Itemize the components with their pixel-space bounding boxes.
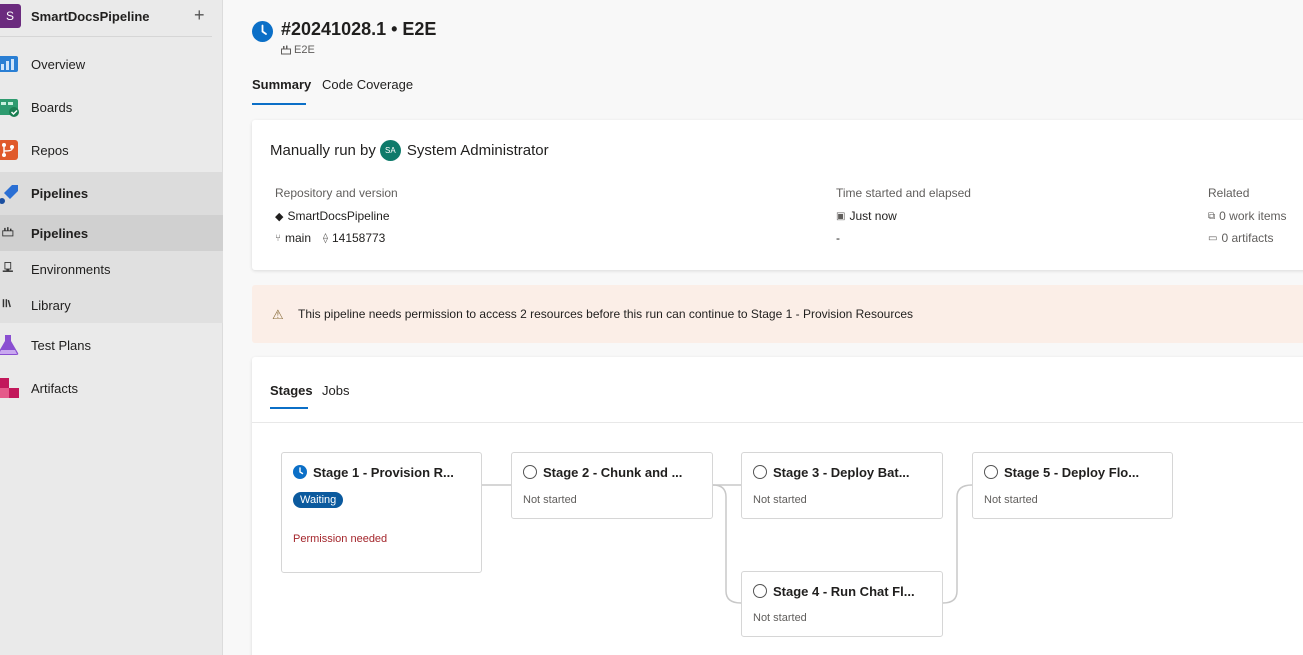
- stage-title: Stage 1 - Provision R...: [313, 465, 454, 480]
- calendar-icon: ▣: [836, 210, 846, 222]
- nav-label: Test Plans: [31, 337, 91, 353]
- nav-label: Overview: [31, 56, 86, 72]
- artifacts-icon: [0, 378, 19, 398]
- stage-status: Not started: [984, 494, 1038, 506]
- branch-icon: ⑂: [275, 232, 281, 244]
- run-by: Manually run by SA System Administrator: [270, 140, 549, 161]
- nav-label: Boards: [31, 99, 73, 115]
- pipeline-icon: [281, 45, 291, 55]
- run-status-clock-icon: [252, 21, 273, 42]
- elapsed-time: -: [836, 231, 840, 245]
- nav-overview[interactable]: Overview: [0, 45, 223, 83]
- waiting-clock-icon: [293, 465, 307, 479]
- nav-label: Environments: [31, 261, 111, 277]
- tab-code-coverage[interactable]: Code Coverage: [322, 77, 413, 92]
- tab-underline: [252, 103, 306, 105]
- nav-label: Pipelines: [31, 225, 89, 241]
- permission-warning-banner: ⚠ This pipeline needs permission to acce…: [252, 285, 1303, 343]
- run-summary-card: Manually run by SA System Administrator …: [252, 120, 1303, 270]
- artifact-box-icon: ▭: [1208, 232, 1218, 244]
- git-repo-icon: ◆: [275, 210, 284, 223]
- commit-id[interactable]: 14158773: [332, 231, 385, 245]
- artifacts-text: 0 artifacts: [1221, 231, 1274, 245]
- project-badge: S: [0, 4, 21, 28]
- project-header[interactable]: S SmartDocsPipeline +: [0, 0, 222, 34]
- nav-library[interactable]: Library: [0, 287, 223, 323]
- stages-card: Stages Jobs Stage 1 - Provision R... Wai…: [252, 357, 1303, 655]
- run-by-user[interactable]: System Administrator: [407, 142, 549, 159]
- nav-environments[interactable]: Environments: [0, 251, 223, 287]
- work-items-link[interactable]: ⧉ 0 work items: [1208, 209, 1287, 223]
- time-label: Time started and elapsed: [836, 186, 971, 200]
- nav-label: Repos: [31, 142, 69, 158]
- branch-name[interactable]: main: [285, 231, 311, 245]
- nav-repos[interactable]: Repos: [0, 131, 223, 169]
- stage-title: Stage 2 - Chunk and ...: [543, 465, 683, 480]
- warning-icon: ⚠: [272, 307, 284, 322]
- related-label: Related: [1208, 186, 1250, 200]
- nav-label: Library: [31, 297, 71, 313]
- pipelines-icon: [0, 184, 18, 204]
- nav-test-plans[interactable]: Test Plans: [0, 326, 223, 364]
- repo-label: Repository and version: [275, 186, 398, 200]
- nav-boards[interactable]: Boards: [0, 88, 223, 126]
- status-badge: Waiting: [293, 492, 344, 508]
- branch-commit: ⑂ main ⟠ 14158773: [275, 231, 385, 245]
- tab-summary[interactable]: Summary: [252, 77, 311, 92]
- run-by-label: Manually run by: [270, 142, 376, 159]
- pipelines-sub-icon: [2, 227, 14, 237]
- repos-icon: [0, 140, 18, 160]
- nav-label: Artifacts: [31, 380, 78, 396]
- artifacts-link[interactable]: ▭ 0 artifacts: [1208, 231, 1273, 245]
- work-items-icon: ⧉: [1208, 210, 1216, 222]
- test-plans-icon: [0, 335, 19, 355]
- nav-pipelines-sub[interactable]: Pipelines: [0, 215, 223, 251]
- divider: [0, 36, 212, 37]
- not-started-circle-icon: [984, 465, 998, 479]
- pipeline-name: E2E: [294, 44, 315, 56]
- add-icon[interactable]: +: [194, 5, 205, 26]
- stage-4-card[interactable]: Stage 4 - Run Chat Fl... Not started: [741, 571, 943, 637]
- permission-needed-text: Permission needed: [293, 533, 388, 545]
- commit-icon: ⟠: [323, 232, 328, 244]
- work-items-text: 0 work items: [1219, 209, 1287, 223]
- repo-name-text: SmartDocsPipeline: [287, 209, 390, 223]
- nav-artifacts[interactable]: Artifacts: [0, 369, 223, 407]
- avatar: SA: [379, 140, 401, 161]
- stage-title: Stage 3 - Deploy Bat...: [773, 465, 910, 480]
- overview-icon: [0, 56, 18, 72]
- started-time: ▣ Just now: [836, 209, 897, 223]
- nav-label: Pipelines: [31, 186, 89, 201]
- stage-1-card[interactable]: Stage 1 - Provision R... Waiting Permiss…: [281, 452, 482, 573]
- warning-text: This pipeline needs permission to access…: [298, 307, 913, 321]
- not-started-circle-icon: [753, 465, 767, 479]
- run-pipeline-name[interactable]: E2E: [281, 44, 315, 56]
- library-icon: [2, 299, 11, 308]
- boards-icon: [0, 99, 19, 117]
- stage-status: Not started: [753, 612, 807, 624]
- run-title: #20241028.1 • E2E: [281, 19, 437, 39]
- not-started-circle-icon: [523, 465, 537, 479]
- stage-title: Stage 4 - Run Chat Fl...: [773, 584, 915, 599]
- nav-pipelines[interactable]: Pipelines: [0, 172, 223, 215]
- stage-2-card[interactable]: Stage 2 - Chunk and ... Not started: [511, 452, 713, 519]
- stage-status: Not started: [523, 494, 577, 506]
- not-started-circle-icon: [753, 584, 767, 598]
- repo-name[interactable]: ◆ SmartDocsPipeline: [275, 209, 390, 223]
- stage-5-card[interactable]: Stage 5 - Deploy Flo... Not started: [972, 452, 1173, 519]
- stage-status: Not started: [753, 494, 807, 506]
- started-text: Just now: [849, 209, 897, 223]
- project-name[interactable]: SmartDocsPipeline: [31, 9, 150, 24]
- stage-3-card[interactable]: Stage 3 - Deploy Bat... Not started: [741, 452, 943, 519]
- sidebar: S SmartDocsPipeline + Overview Boards Re…: [0, 0, 223, 655]
- environments-icon: [2, 262, 13, 272]
- stage-title: Stage 5 - Deploy Flo...: [1004, 465, 1140, 480]
